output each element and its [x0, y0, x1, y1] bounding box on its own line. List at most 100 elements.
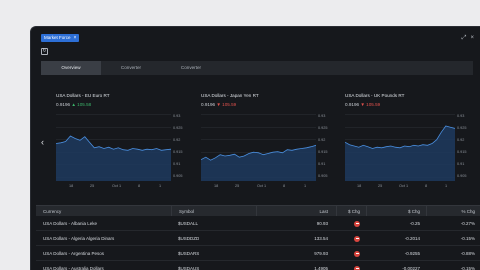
tab-converter-1[interactable]: Converter — [101, 61, 161, 75]
cell-change: -0.9255 — [404, 251, 420, 256]
y-tick: 0.925 — [173, 126, 183, 130]
decrease-icon — [354, 235, 360, 242]
x-tick: 25 — [90, 184, 95, 188]
y-tick: 0.915 — [173, 150, 183, 154]
cell-direction — [336, 231, 366, 245]
cell-symbol: $USDDZD — [178, 236, 200, 241]
y-tick: 0.915 — [318, 150, 328, 154]
table-row[interactable]: USA Dollars - Albania Leke $USDALL 90.93… — [36, 216, 480, 231]
chart-price-line: 0.9196 ▼ 105.59 — [345, 102, 380, 107]
y-tick: 0.92 — [457, 138, 465, 142]
x-tick: 18 — [69, 184, 74, 188]
y-tick: 0.92 — [173, 138, 181, 142]
cell-currency: USA Dollars - Albania Leke — [43, 221, 98, 226]
cell-last: 133.54 — [314, 236, 328, 241]
decrease-icon — [354, 265, 360, 270]
x-tick: 8 — [283, 184, 286, 188]
x-tick: Oct 1 — [399, 184, 409, 188]
y-tick: 0.925 — [318, 126, 328, 130]
refresh-icon[interactable]: ↻ — [41, 48, 48, 55]
tab-converter-2[interactable]: Converter — [161, 61, 221, 75]
arrow-up-icon: ▲ — [71, 102, 76, 107]
y-tick: 0.905 — [173, 174, 183, 178]
decrease-icon — [354, 220, 360, 227]
header-dollar-change[interactable]: $ Chg — [366, 206, 426, 216]
y-tick: 0.91 — [173, 162, 181, 166]
tab-overview[interactable]: Overview — [41, 61, 101, 75]
header-dollar-change-icon[interactable]: $ Chg — [336, 206, 366, 216]
cell-percent-change: -0.88% — [460, 251, 475, 256]
arrow-down-icon: ▼ — [360, 102, 365, 107]
chart-panel-eur: USA Dollars - EU Euro RT 0.9196 ▲ 105.58… — [56, 87, 183, 188]
expand-icon[interactable]: ⤢ — [462, 34, 467, 42]
window-controls: ⤢ × — [462, 34, 474, 42]
cell-symbol: $USDARS — [178, 251, 200, 256]
decrease-icon — [354, 250, 360, 257]
header-symbol[interactable]: Symbol — [171, 206, 256, 216]
x-tick: 1 — [304, 184, 307, 188]
cell-currency: USA Dollars - Argentina Pesos — [43, 251, 105, 256]
tab-bar: Overview Converter Converter — [41, 61, 473, 75]
chart-title: USA Dollars - EU Euro RT — [56, 93, 110, 98]
arrow-down-icon: ▼ — [216, 102, 221, 107]
chart-panel-gbp: USA Dollars - UK Pounds RT 0.9196 ▼ 105.… — [345, 87, 470, 188]
series-area — [56, 136, 171, 181]
header-last[interactable]: Last — [256, 206, 336, 216]
x-tick: 1 — [159, 184, 162, 188]
cell-percent-change: -0.15% — [460, 266, 475, 270]
chart-area-gbp[interactable] — [345, 111, 455, 181]
close-icon[interactable]: × — [470, 34, 474, 42]
y-tick: 0.93 — [173, 114, 181, 118]
series-area — [201, 145, 316, 181]
x-tick: 8 — [138, 184, 141, 188]
chart-price-line: 0.9196 ▼ 105.59 — [201, 102, 236, 107]
chart-price-line: 0.9196 ▲ 105.58 — [56, 102, 91, 107]
table-header: Currency Symbol Last $ Chg $ Chg % Chg — [36, 205, 480, 216]
y-tick: 0.91 — [318, 162, 326, 166]
cell-symbol: $USDAUS — [178, 266, 200, 270]
table-row[interactable]: USA Dollars - Australia Dollars $USDAUS … — [36, 261, 480, 270]
y-tick: 0.93 — [457, 114, 465, 118]
cell-symbol: $USDALL — [178, 221, 199, 226]
x-tick: 8 — [425, 184, 428, 188]
chart-title: USA Dollars - Japan Yen RT — [201, 93, 259, 98]
cell-change: -0.00227 — [402, 266, 420, 270]
cell-last: 979.93 — [314, 251, 328, 256]
cell-change: -0.2014 — [404, 236, 420, 241]
cell-last: 90.93 — [316, 221, 328, 226]
y-tick: 0.925 — [457, 126, 467, 130]
chart-panel-jpy: USA Dollars - Japan Yen RT 0.9196 ▼ 105.… — [201, 87, 328, 188]
chart-title: USA Dollars - UK Pounds RT — [345, 93, 405, 98]
cell-percent-change: -0.27% — [460, 221, 475, 226]
chart-price: 0.9196 — [56, 102, 71, 107]
chart-change: 105.59 — [366, 102, 381, 107]
table-row[interactable]: USA Dollars - Algeria Algeria Dinars $US… — [36, 231, 480, 246]
currency-table: Currency Symbol Last $ Chg $ Chg % Chg U… — [36, 205, 480, 270]
cell-direction — [336, 246, 366, 260]
chevron-left-icon[interactable]: ‹ — [41, 137, 44, 147]
y-tick: 0.915 — [457, 150, 467, 154]
x-tick: 18 — [357, 184, 362, 188]
y-tick: 0.905 — [318, 174, 328, 178]
close-tab-icon[interactable]: × — [74, 34, 77, 42]
chart-area-eur[interactable] — [56, 111, 171, 181]
table-row[interactable]: USA Dollars - Argentina Pesos $USDARS 97… — [36, 246, 480, 261]
cell-last: 1.4905 — [314, 266, 328, 270]
x-tick: 25 — [378, 184, 383, 188]
y-tick: 0.91 — [457, 162, 465, 166]
y-tick: 0.905 — [457, 174, 467, 178]
chart-area-jpy[interactable] — [201, 111, 316, 181]
x-tick: Oct 1 — [257, 184, 267, 188]
x-tick: 1 — [445, 184, 448, 188]
cell-percent-change: -0.15% — [460, 236, 475, 241]
chart-price: 0.9196 — [201, 102, 216, 107]
series-area — [345, 126, 455, 181]
header-currency[interactable]: Currency — [36, 206, 171, 216]
window-title-tab[interactable]: Market Force × — [41, 34, 80, 42]
window-title: Market Force — [44, 35, 71, 40]
cell-direction — [336, 261, 366, 270]
y-tick: 0.93 — [318, 114, 326, 118]
chart-change: 105.59 — [222, 102, 237, 107]
header-percent-change[interactable]: % Chg — [426, 206, 480, 216]
cell-direction — [336, 216, 366, 230]
